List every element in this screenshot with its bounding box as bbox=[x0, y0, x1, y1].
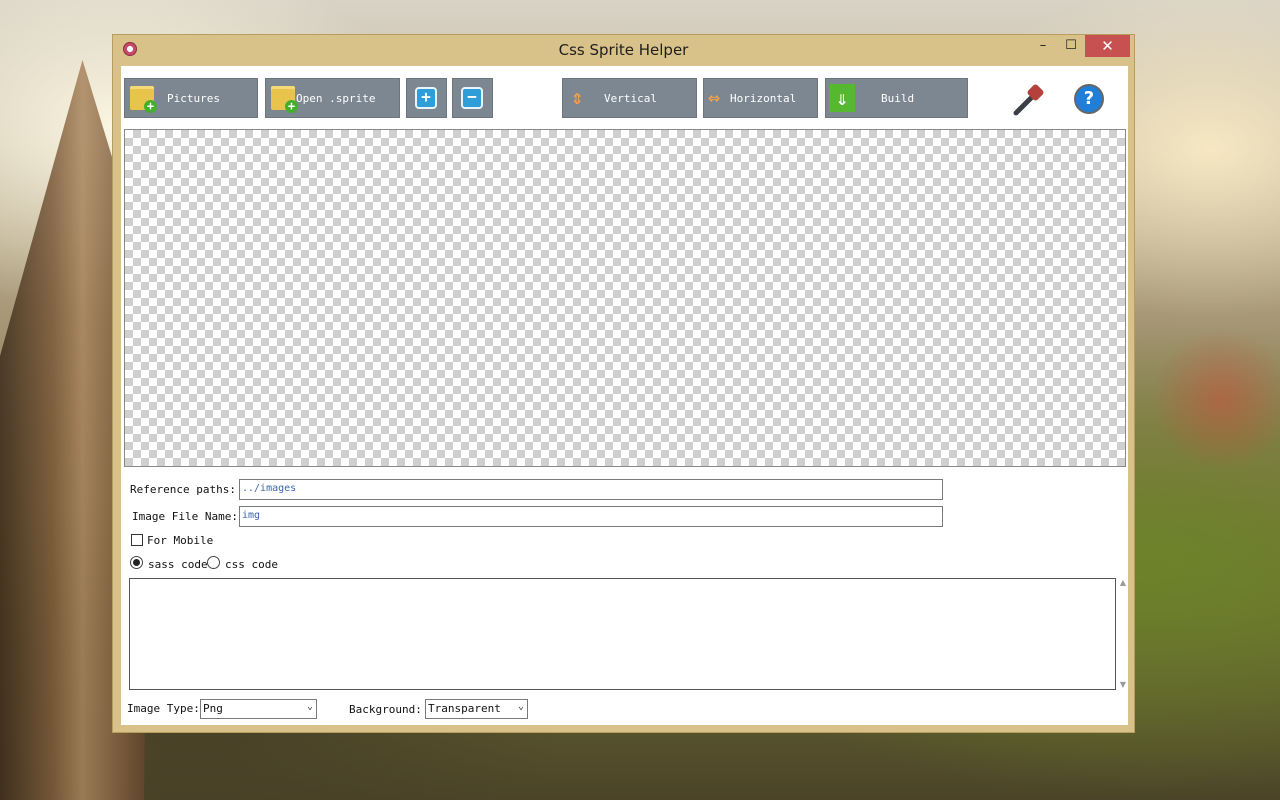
download-arrow-icon: ⇓ bbox=[829, 84, 855, 112]
code-output-textarea[interactable] bbox=[129, 578, 1116, 690]
chevron-down-icon: ⌄ bbox=[306, 701, 313, 712]
background-label: Background: bbox=[349, 703, 422, 716]
open-sprite-button[interactable]: Open .sprite bbox=[265, 78, 400, 118]
scroll-down-icon[interactable]: ▼ bbox=[1118, 680, 1128, 690]
client-area: Pictures Open .sprite + − ⇕ Vertical ⇔ H… bbox=[121, 66, 1128, 725]
color-picker-icon[interactable] bbox=[1011, 82, 1047, 118]
image-type-label: Image Type: bbox=[127, 702, 200, 715]
sass-code-label[interactable]: sass code bbox=[148, 558, 208, 571]
app-window: Css Sprite Helper – ☐ ✕ Pictures Open .s… bbox=[112, 34, 1135, 733]
title-bar[interactable]: Css Sprite Helper – ☐ ✕ bbox=[113, 35, 1134, 65]
image-file-name-input[interactable]: img bbox=[239, 506, 943, 527]
horizontal-layout-button[interactable]: ⇔ Horizontal bbox=[703, 78, 818, 118]
minimize-button[interactable]: – bbox=[1029, 35, 1057, 57]
open-sprite-label: Open .sprite bbox=[296, 92, 376, 105]
help-icon[interactable]: ? bbox=[1074, 84, 1104, 114]
add-pictures-button[interactable]: Pictures bbox=[124, 78, 258, 118]
chevron-down-icon: ⌄ bbox=[517, 701, 524, 712]
maximize-button[interactable]: ☐ bbox=[1057, 35, 1085, 57]
css-code-radio[interactable] bbox=[207, 556, 220, 569]
horizontal-arrows-icon: ⇔ bbox=[708, 85, 721, 109]
css-code-label[interactable]: css code bbox=[225, 558, 278, 571]
horizontal-label: Horizontal bbox=[730, 92, 797, 105]
folder-add-icon bbox=[271, 86, 298, 113]
code-output-scrollbar[interactable]: ▲ ▼ bbox=[1118, 578, 1128, 690]
image-file-name-label: Image File Name: bbox=[132, 510, 238, 523]
background-select[interactable]: Transparent ⌄ bbox=[425, 699, 528, 719]
plus-square-icon: + bbox=[415, 87, 437, 109]
image-type-value: Png bbox=[203, 702, 223, 715]
image-type-select[interactable]: Png ⌄ bbox=[200, 699, 317, 719]
for-mobile-label[interactable]: For Mobile bbox=[147, 534, 213, 547]
background-bokeh bbox=[1135, 320, 1280, 480]
vertical-arrows-icon: ⇕ bbox=[571, 85, 584, 109]
build-button[interactable]: ⇓ Build bbox=[825, 78, 968, 118]
reference-paths-label: Reference paths: bbox=[130, 483, 236, 496]
window-title: Css Sprite Helper bbox=[558, 41, 689, 59]
background-value: Transparent bbox=[428, 702, 501, 715]
add-item-button[interactable]: + bbox=[406, 78, 447, 118]
close-button[interactable]: ✕ bbox=[1085, 35, 1130, 57]
sprite-canvas[interactable] bbox=[124, 129, 1126, 467]
add-pictures-label: Pictures bbox=[167, 92, 220, 105]
for-mobile-checkbox[interactable] bbox=[131, 534, 143, 546]
vertical-layout-button[interactable]: ⇕ Vertical bbox=[562, 78, 697, 118]
folder-add-icon bbox=[130, 86, 157, 113]
build-label: Build bbox=[881, 92, 915, 105]
vertical-label: Vertical bbox=[604, 92, 657, 105]
sass-code-radio[interactable] bbox=[130, 556, 143, 569]
remove-item-button[interactable]: − bbox=[452, 78, 493, 118]
minus-square-icon: − bbox=[461, 87, 483, 109]
reference-paths-input[interactable]: ../images bbox=[239, 479, 943, 500]
scroll-up-icon[interactable]: ▲ bbox=[1118, 578, 1128, 588]
